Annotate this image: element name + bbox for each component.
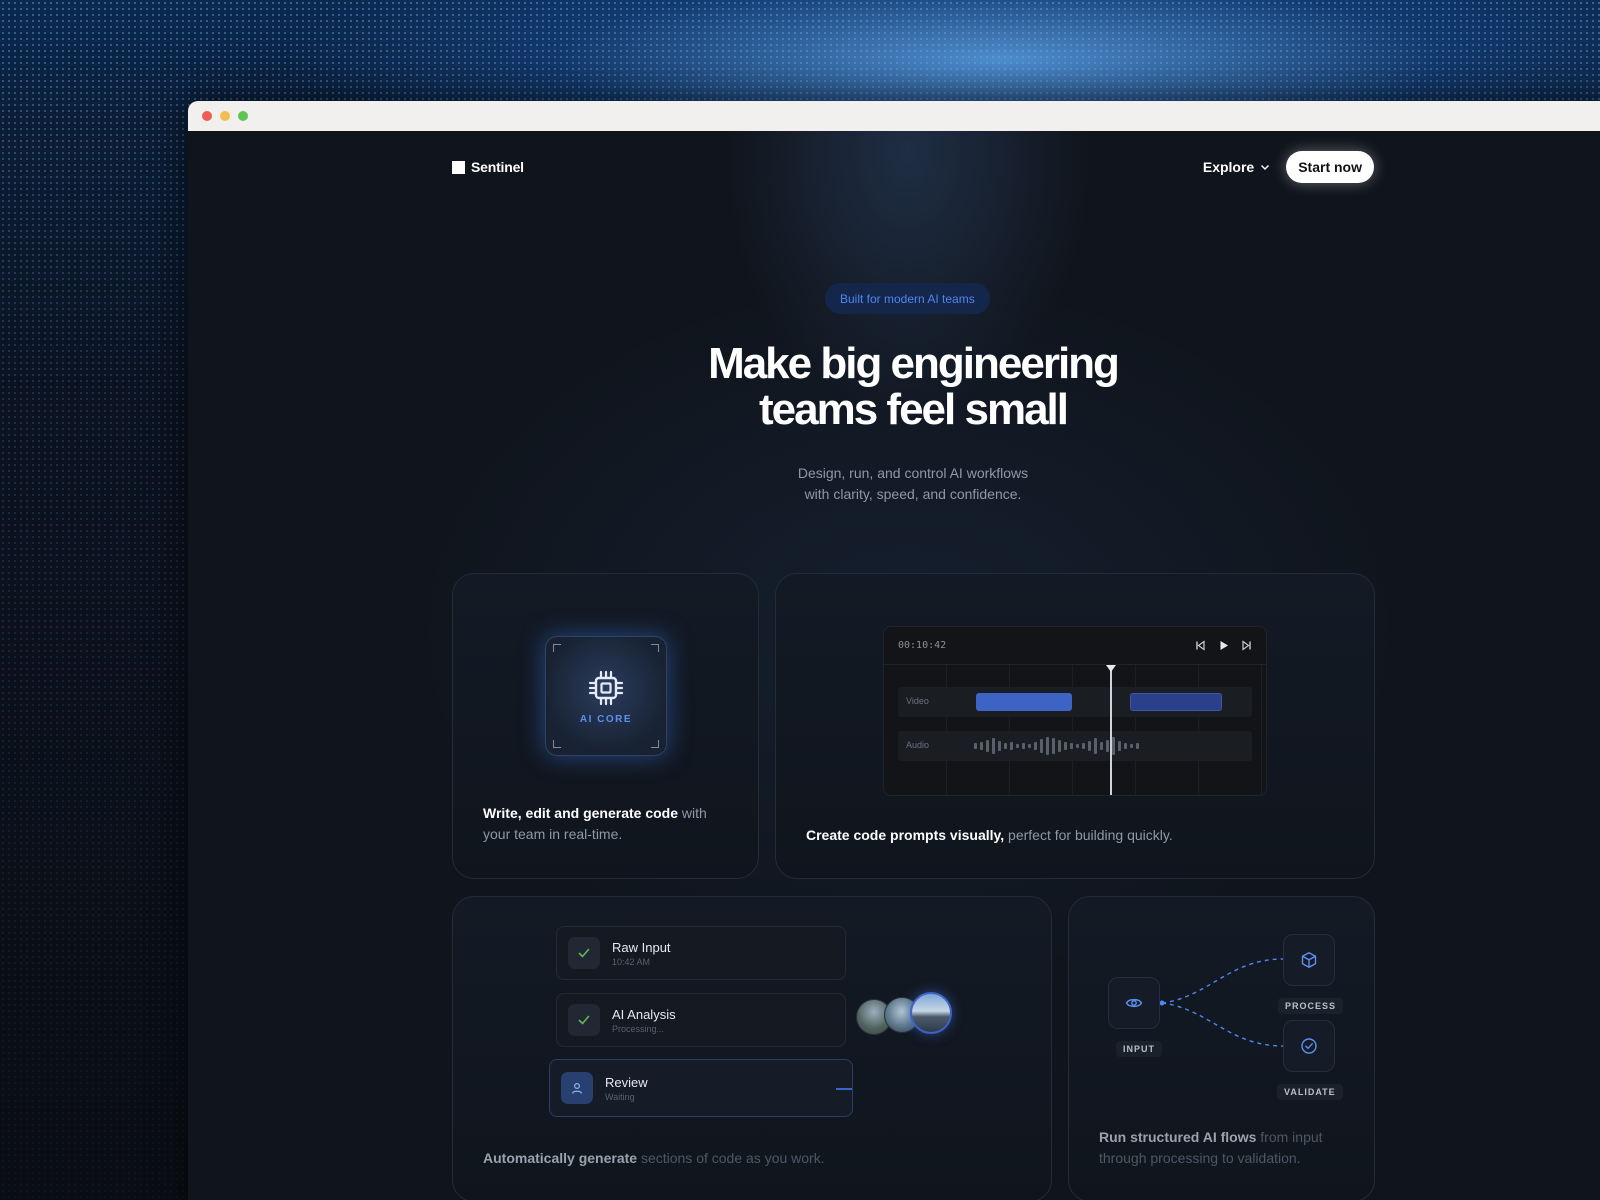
- corner-mark: [651, 740, 659, 748]
- explore-label: Explore: [1202, 159, 1255, 175]
- landing-page: Sentinel Explore Start now Built for mod…: [188, 131, 1600, 1200]
- flow-node-input[interactable]: [1108, 977, 1160, 1029]
- start-now-button[interactable]: Start now: [1286, 151, 1374, 183]
- audio-waveform: [974, 737, 1139, 755]
- step-subtitle: 10:42 AM: [612, 956, 651, 967]
- check-icon-wrap: [568, 1004, 600, 1036]
- playhead[interactable]: [1110, 667, 1112, 795]
- feature-description-bold: Create code prompts visually,: [806, 827, 1005, 843]
- brand-logo[interactable]: Sentinel: [452, 159, 524, 175]
- progress-indicator: [836, 1088, 852, 1090]
- hero-badge: Built for modern AI teams: [825, 283, 990, 314]
- minimize-button[interactable]: [220, 111, 230, 121]
- check-icon: [578, 1015, 590, 1025]
- hero-title-line-1: Make big engineering: [708, 339, 1120, 388]
- playback-controls: [1195, 640, 1252, 651]
- logo-square-icon: [452, 160, 465, 174]
- feature-description-bold: Automatically generate: [483, 1150, 638, 1166]
- hero-subtitle-line-1: Design, run, and control AI workflows: [797, 465, 1029, 481]
- browser-window: Sentinel Explore Start now Built for mod…: [188, 101, 1600, 1200]
- feature-description: Run structured AI flows from input throu…: [1099, 1127, 1349, 1169]
- flow-label-process: PROCESS: [1278, 998, 1344, 1014]
- playhead-marker-icon[interactable]: [1106, 665, 1116, 673]
- check-icon: [578, 948, 590, 958]
- video-clip[interactable]: [1130, 693, 1222, 711]
- flow-node-validate[interactable]: [1283, 1020, 1335, 1072]
- skip-forward-icon[interactable]: [1241, 640, 1252, 651]
- hero-subtitle-line-2: with clarity, speed, and confidence.: [804, 486, 1022, 502]
- video-clip[interactable]: [976, 693, 1072, 711]
- avatar[interactable]: [910, 992, 952, 1034]
- corner-mark: [553, 740, 561, 748]
- feature-description-bold: Write, edit and generate code: [483, 805, 679, 821]
- feature-description: Automatically generate sections of code …: [483, 1148, 1003, 1169]
- brand-name: Sentinel: [471, 159, 524, 175]
- step-title: Review: [605, 1074, 648, 1090]
- step-subtitle: Processing...: [612, 1023, 665, 1034]
- step-title: AI Analysis: [612, 1006, 676, 1022]
- flow-label-input: INPUT: [1116, 1041, 1162, 1057]
- workflow-step-raw-input[interactable]: Raw Input 10:42 AM: [556, 926, 846, 980]
- timeline-editor: 00:10:42 Video Audio: [883, 626, 1267, 796]
- close-button[interactable]: [202, 111, 212, 121]
- feature-description-rest: perfect for building quickly.: [1004, 827, 1173, 843]
- hero-title-line-2: teams feel small: [759, 385, 1069, 434]
- title-bar: [188, 101, 1600, 131]
- feature-card-flows: INPUT PROCESS VALIDATE Run structured AI…: [1068, 896, 1375, 1200]
- flow-label-validate: VALIDATE: [1277, 1084, 1343, 1100]
- flow-node-process[interactable]: [1283, 934, 1335, 986]
- explore-menu[interactable]: Explore: [1203, 159, 1270, 175]
- nav-actions: Explore Start now: [1203, 151, 1374, 183]
- step-subtitle: Waiting: [605, 1091, 635, 1102]
- audio-track: Audio: [898, 731, 1252, 761]
- cube-icon: [1301, 952, 1317, 968]
- video-track: Video: [898, 687, 1252, 717]
- play-icon[interactable]: [1218, 640, 1229, 651]
- user-icon: [571, 1082, 583, 1094]
- audio-track-label: Audio: [906, 740, 930, 750]
- step-title: Raw Input: [612, 939, 671, 955]
- ai-core-chip: AI CORE: [545, 636, 667, 756]
- top-nav: Sentinel Explore Start now: [452, 151, 1374, 183]
- chevron-down-icon: [1261, 165, 1270, 170]
- feature-card-generate: Raw Input 10:42 AM AI Analysis Processin…: [452, 896, 1052, 1200]
- feature-description-rest: sections of code as you work.: [637, 1150, 825, 1166]
- corner-mark: [553, 644, 561, 652]
- user-icon-wrap: [561, 1072, 593, 1104]
- video-track-label: Video: [906, 696, 929, 706]
- cpu-icon: [588, 670, 624, 705]
- ai-core-label: AI CORE: [579, 713, 633, 725]
- hero-subtitle: Design, run, and control AI workflows wi…: [698, 463, 1128, 505]
- avatar-stack: [856, 992, 952, 1040]
- hero-title: Make big engineering teams feel small: [598, 341, 1228, 433]
- feature-description-bold: Run structured AI flows: [1099, 1129, 1257, 1145]
- eye-icon: [1125, 998, 1143, 1008]
- workflow-step-ai-analysis[interactable]: AI Analysis Processing...: [556, 993, 846, 1047]
- check-icon-wrap: [568, 937, 600, 969]
- maximize-button[interactable]: [238, 111, 248, 121]
- feature-description: Write, edit and generate code with your …: [483, 803, 733, 845]
- feature-description: Create code prompts visually, perfect fo…: [806, 825, 1326, 846]
- skip-back-icon[interactable]: [1195, 640, 1206, 651]
- check-circle-icon: [1301, 1038, 1317, 1054]
- corner-mark: [651, 644, 659, 652]
- timeline-header: 00:10:42: [884, 627, 1266, 665]
- feature-card-prompts: 00:10:42 Video Audio Create code prompts…: [775, 573, 1375, 879]
- workflow-step-review[interactable]: Review Waiting: [549, 1059, 853, 1117]
- timecode: 00:10:42: [898, 640, 947, 651]
- feature-card-code: AI CORE Write, edit and generate code wi…: [452, 573, 759, 879]
